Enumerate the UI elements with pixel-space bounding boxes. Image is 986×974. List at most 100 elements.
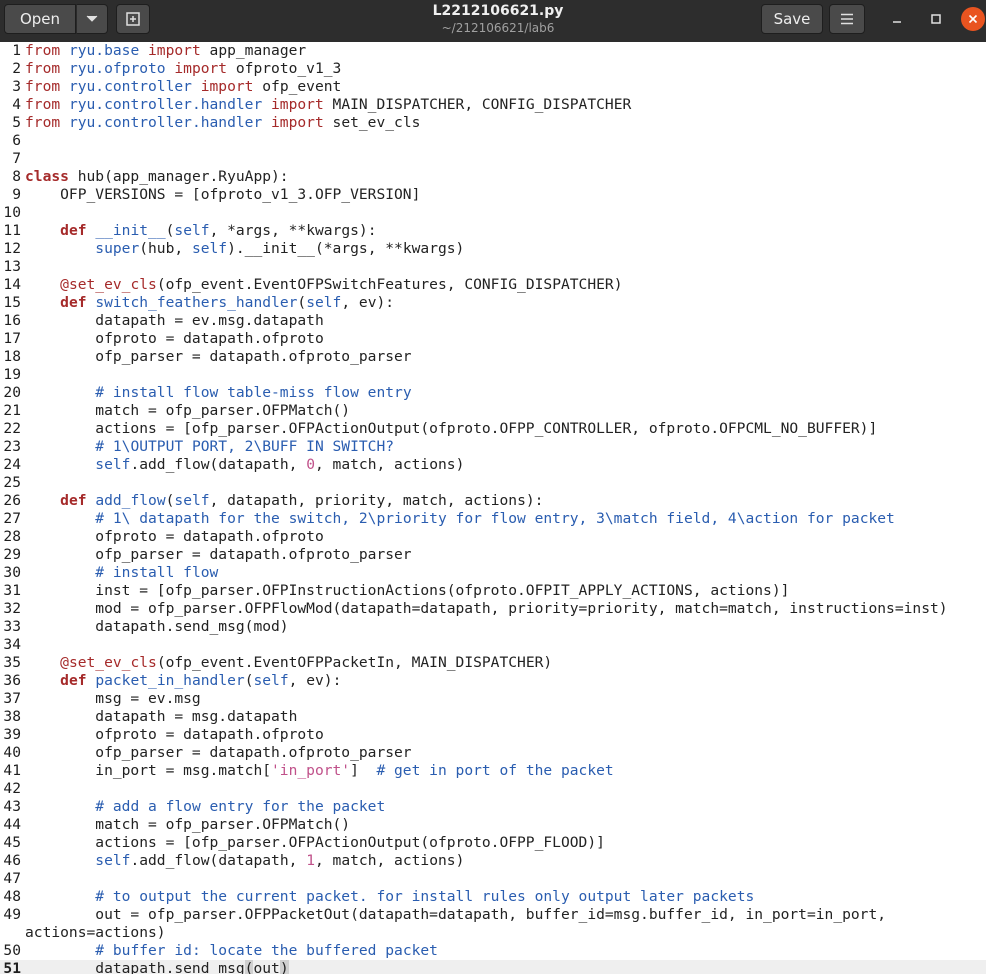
line-number: 47 [3,870,21,887]
code-token: .add_flow(datapath, [130,852,307,869]
code-line[interactable]: 19 [0,366,986,384]
code-token: def [60,672,96,689]
open-button[interactable]: Open [4,4,76,34]
code-line[interactable]: 16 datapath = ev.msg.datapath [0,312,986,330]
code-token: match = ofp_parser.OFPMatch() [25,402,351,419]
line-number: 25 [3,474,21,491]
code-line[interactable]: 14 @set_ev_cls(ofp_event.EventOFPSwitchF… [0,276,986,294]
line-number: 28 [3,528,21,545]
code-token: from [25,42,69,59]
code-line[interactable]: 1 from ryu.base import app_manager [0,42,986,60]
code-line[interactable]: 3 from ryu.controller import ofp_event [0,78,986,96]
code-text: # install flow table-miss flow entry [25,384,411,402]
maximize-button[interactable] [923,6,949,32]
close-button[interactable] [961,7,985,31]
code-line[interactable]: 11 def __init__(self, *args, **kwargs): [0,222,986,240]
line-number: 48 [3,888,21,905]
code-line[interactable]: 51 datapath.send_msg(out) [0,960,986,974]
code-line[interactable]: 42 [0,780,986,798]
code-line[interactable]: 20 # install flow table-miss flow entry [0,384,986,402]
code-line[interactable]: 33 datapath.send_msg(mod) [0,618,986,636]
code-line[interactable]: 45 actions = [ofp_parser.OFPActionOutput… [0,834,986,852]
code-text: actions = [ofp_parser.OFPActionOutput(of… [25,834,605,852]
code-text: from ryu.controller.handler import set_e… [25,114,420,132]
code-line[interactable]: 49 out = ofp_parser.OFPPacketOut(datapat… [0,906,986,924]
line-number: 9 [12,186,21,203]
code-line[interactable]: 40 ofp_parser = datapath.ofproto_parser [0,744,986,762]
code-line[interactable]: 34 [0,636,986,654]
code-line[interactable]: 44 match = ofp_parser.OFPMatch() [0,816,986,834]
code-editor[interactable]: 1 from ryu.base import app_manager 2 from r… [0,42,986,974]
code-line[interactable]: 43 # add a flow entry for the packet [0,798,986,816]
code-line[interactable]: 26 def add_flow(self, datapath, priority… [0,492,986,510]
code-line[interactable]: 48 # to output the current packet. for i… [0,888,986,906]
line-number: 15 [3,294,21,311]
minimize-button[interactable] [884,6,910,32]
code-token: def [60,492,96,509]
code-line[interactable]: 15 def switch_feathers_handler(self, ev)… [0,294,986,312]
code-line[interactable]: 25 [0,474,986,492]
code-text: # 1\ datapath for the switch, 2\priority… [25,510,895,528]
code-line[interactable]: 39 ofproto = datapath.ofproto [0,726,986,744]
code-line[interactable]: 7 [0,150,986,168]
code-line[interactable]: 31 inst = [ofp_parser.OFPInstructionActi… [0,582,986,600]
code-line[interactable]: 17 ofproto = datapath.ofproto [0,330,986,348]
menu-button[interactable] [829,4,865,34]
code-line[interactable]: 21 match = ofp_parser.OFPMatch() [0,402,986,420]
code-line[interactable]: 47 [0,870,986,888]
code-line[interactable]: 23 # 1\OUTPUT PORT, 2\BUFF IN SWITCH? [0,438,986,456]
code-token: # buffer id: locate the buffered packet [95,942,438,959]
line-number: 36 [3,672,21,689]
code-token: import [262,96,333,113]
code-line[interactable]: 41 in_port = msg.match['in_port'] # get … [0,762,986,780]
code-text: # 1\OUTPUT PORT, 2\BUFF IN SWITCH? [25,438,394,456]
code-line[interactable]: 29 ofp_parser = datapath.ofproto_parser [0,546,986,564]
code-token: import [139,42,210,59]
code-line[interactable]: 46 self.add_flow(datapath, 1, match, act… [0,852,986,870]
code-line[interactable]: 22 actions = [ofp_parser.OFPActionOutput… [0,420,986,438]
code-line[interactable]: 50 # buffer id: locate the buffered pack… [0,942,986,960]
code-text: super(hub, self).__init__(*args, **kwarg… [25,240,464,258]
code-line[interactable]: 24 self.add_flow(datapath, 0, match, act… [0,456,986,474]
code-line[interactable]: 36 def packet_in_handler(self, ev): [0,672,986,690]
code-line[interactable]: 4 from ryu.controller.handler import MAIN… [0,96,986,114]
code-line[interactable]: 30 # install flow [0,564,986,582]
code-text: from ryu.base import app_manager [25,42,306,60]
code-line[interactable]: 5 from ryu.controller.handler import set_… [0,114,986,132]
code-line[interactable]: 38 datapath = msg.datapath [0,708,986,726]
line-number: 34 [3,636,21,653]
code-token: (ofp_event.EventOFPSwitchFeatures, CONFI… [156,276,623,293]
code-token: 'in_port' [271,762,351,779]
code-line-wrap[interactable]: actions=actions) [0,924,986,942]
code-line[interactable]: 9 OFP_VERSIONS = [ofproto_v1_3.OFP_VERSI… [0,186,986,204]
code-line[interactable]: 6 [0,132,986,150]
line-number: 13 [3,258,21,275]
code-line[interactable]: 32 mod = ofp_parser.OFPFlowMod(datapath=… [0,600,986,618]
code-text: datapath.send_msg(mod) [25,618,288,636]
code-line[interactable]: 18 ofp_parser = datapath.ofproto_parser [0,348,986,366]
code-text: in_port = msg.match['in_port'] # get in … [25,762,613,780]
line-number: 41 [3,762,21,779]
code-line[interactable]: 2 from ryu.ofproto import ofproto_v1_3 [0,60,986,78]
code-text: ofproto = datapath.ofproto [25,330,323,348]
window-title: L2212106621.py [432,3,564,19]
save-button[interactable]: Save [761,4,823,34]
code-line[interactable]: 8 class hub(app_manager.RyuApp): [0,168,986,186]
code-line[interactable]: 10 [0,204,986,222]
code-token: # add a flow entry for the packet [95,798,386,815]
code-line[interactable]: 28 ofproto = datapath.ofproto [0,528,986,546]
code-line[interactable]: 13 [0,258,986,276]
code-token: super [95,240,140,257]
code-line[interactable]: 35 @set_ev_cls(ofp_event.EventOFPPacketI… [0,654,986,672]
code-token: self [95,456,131,473]
line-number: 40 [3,744,21,761]
code-line[interactable]: 27 # 1\ datapath for the switch, 2\prior… [0,510,986,528]
code-line[interactable]: 37 msg = ev.msg [0,690,986,708]
code-token: ofproto = datapath.ofproto [25,528,324,545]
line-number: 19 [3,366,21,383]
new-tab-button[interactable] [116,4,150,34]
code-line[interactable]: 12 super(hub, self).__init__(*args, **kw… [0,240,986,258]
open-menu-button[interactable] [76,4,108,34]
